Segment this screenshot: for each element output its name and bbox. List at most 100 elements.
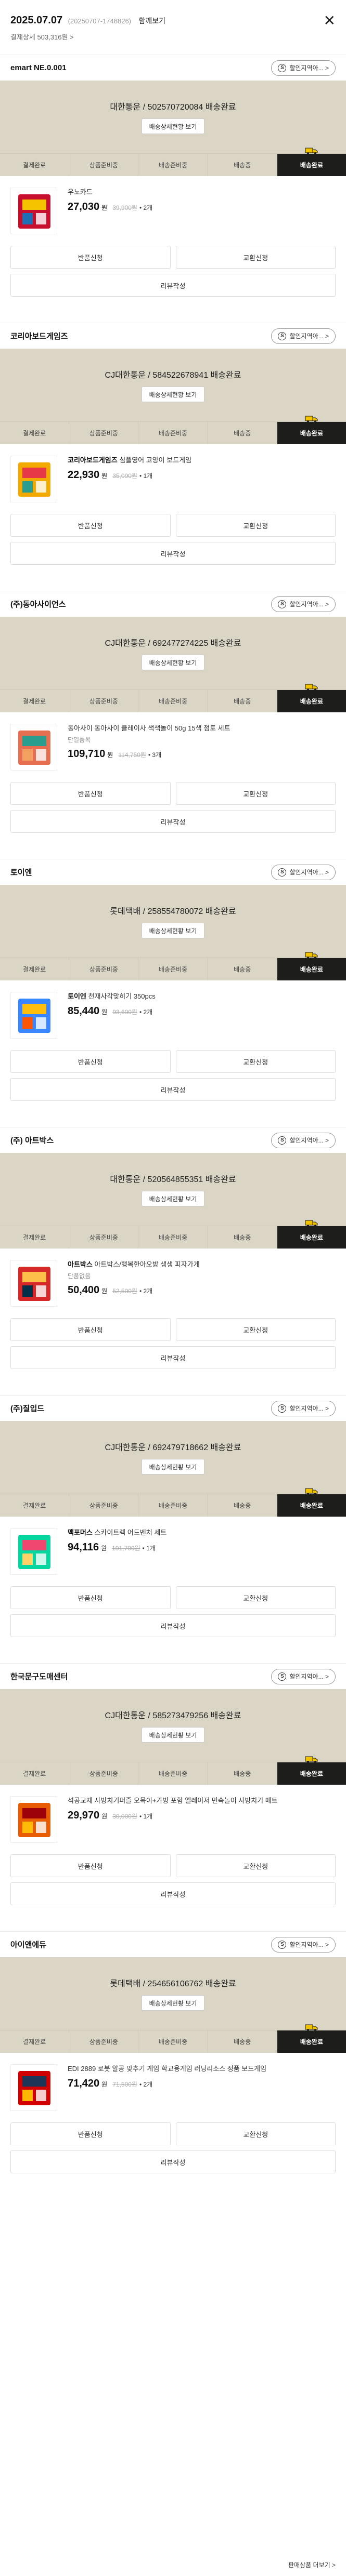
coupon-button[interactable]: S 할인지역아... > <box>271 328 336 344</box>
return-button[interactable]: 반품신청 <box>10 1586 171 1609</box>
store-icon: S <box>278 1940 287 1949</box>
write-review-button[interactable]: 리뷰작성 <box>10 274 336 297</box>
product-name[interactable]: 코리아보드게임즈 심플영어 고양이 보드게임 <box>68 456 336 465</box>
exchange-button[interactable]: 교환신청 <box>175 514 336 537</box>
step-label: 결제완료 <box>23 1234 46 1241</box>
original-price: 101,700원 <box>112 1545 140 1552</box>
shipping-step: 결제완료 <box>0 1226 69 1249</box>
product-title: 동아사이 동아사이 클레이사 색색놀이 50g 15색 점토 세트 <box>68 724 230 732</box>
product-price: 94,116 <box>68 1542 99 1553</box>
coupon-button[interactable]: S 할인지역아... > <box>271 60 336 76</box>
write-review-button[interactable]: 리뷰작성 <box>10 542 336 565</box>
product-name[interactable]: 석공교재 사방치기퍼즐 오목이+가방 포함 엘레이저 민속놀이 사방치기 매트 <box>68 1796 336 1805</box>
product-row[interactable]: 코리아보드게임즈 심플영어 고양이 보드게임 22,930 원 35,090원 … <box>0 444 346 508</box>
coupon-button[interactable]: S 할인지역아... > <box>271 596 336 612</box>
exchange-button[interactable]: 교환신청 <box>175 782 336 805</box>
step-label: 배송완료 <box>300 1502 323 1509</box>
more-products-link[interactable]: 판매상품 더보기 > <box>288 2560 336 2569</box>
product-thumbnail[interactable] <box>10 456 57 502</box>
seller-row: 아이앤에듀 S 할인지역아... > <box>0 1931 346 1957</box>
shipping-detail-button[interactable]: 배송상세현황 보기 <box>141 1995 205 2011</box>
product-row[interactable]: EDI 2889 로봇 알공 맞추기 게임 학교용게임 러닝리소스 정품 보드게… <box>0 2053 346 2116</box>
return-button[interactable]: 반품신청 <box>10 1854 171 1877</box>
original-price: 30,000원 <box>112 1813 137 1820</box>
payment-detail-link[interactable]: 결제상세 503,316원 > <box>10 32 336 42</box>
review-row: 리뷰작성 <box>0 269 346 307</box>
product-title: EDI 2889 로봇 알공 맞추기 게임 학교용게임 러닝리소스 정품 보드게… <box>68 2065 267 2073</box>
shipping-status: 대한통운 / 502570720084 배송완료 <box>110 103 236 112</box>
action-buttons: 반품신청 교환신청 <box>0 2116 346 2145</box>
exchange-button[interactable]: 교환신청 <box>175 1586 336 1609</box>
product-thumbnail[interactable] <box>10 1260 57 1307</box>
store-icon: S <box>278 1672 287 1681</box>
order-group: (주)질입드 S 할인지역아... > CJ대한통운 / 69247971866… <box>0 1395 346 1663</box>
return-button[interactable]: 반품신청 <box>10 514 171 537</box>
shipping-step: 배송중 <box>207 2030 277 2053</box>
coupon-label: 할인지역아... > <box>289 1405 329 1412</box>
shipping-detail-button[interactable]: 배송상세현황 보기 <box>141 1727 205 1743</box>
product-price: 50,400 <box>68 1284 100 1296</box>
shipping-detail-button[interactable]: 배송상세현황 보기 <box>141 118 205 134</box>
shipping-detail-button[interactable]: 배송상세현황 보기 <box>141 1459 205 1475</box>
product-name[interactable]: 동아사이 동아사이 클레이사 색색놀이 50g 15색 점토 세트 <box>68 724 336 733</box>
product-thumbnail[interactable] <box>10 1796 57 1843</box>
product-row[interactable]: 토이엔 천재사각맞히기 350pcs 85,440 원 93,600원 • 2개 <box>0 980 346 1044</box>
section-divider <box>0 843 346 859</box>
original-price: 39,900원 <box>112 204 137 211</box>
product-row[interactable]: 아트박스 아트박스/행복한아오방 생생 피자가게 단품없음 50,400 원 5… <box>0 1249 346 1312</box>
currency-unit: 원 <box>101 1287 108 1295</box>
shipping-detail-button[interactable]: 배송상세현황 보기 <box>141 1191 205 1206</box>
view-together-link[interactable]: 함께보기 <box>138 17 165 25</box>
product-name[interactable]: 아트박스 아트박스/행복한아오방 생생 피자가게 <box>68 1260 336 1269</box>
product-row[interactable]: 동아사이 동아사이 클레이사 색색놀이 50g 15색 점토 세트 단일품목 1… <box>0 712 346 776</box>
write-review-button[interactable]: 리뷰작성 <box>10 1346 336 1369</box>
price-row: 94,116 원 101,700원 • 1개 <box>68 1542 336 1553</box>
coupon-button[interactable]: S 할인지역아... > <box>271 1936 336 1953</box>
truck-icon <box>305 148 318 154</box>
product-row[interactable]: 맥포머스 스카이트렉 어드벤처 세트 94,116 원 101,700원 • 1… <box>0 1517 346 1580</box>
exchange-button[interactable]: 교환신청 <box>175 1854 336 1877</box>
shipping-detail-button[interactable]: 배송상세현황 보기 <box>141 655 205 670</box>
product-thumbnail[interactable] <box>10 1528 57 1575</box>
shipping-status: 롯데택배 / 258554780072 배송완료 <box>110 907 236 916</box>
shipping-step: 배송준비중 <box>138 422 207 444</box>
coupon-button[interactable]: S 할인지역아... > <box>271 864 336 880</box>
product-name[interactable]: 맥포머스 스카이트렉 어드벤처 세트 <box>68 1528 336 1537</box>
step-label: 배송완료 <box>300 698 323 705</box>
product-thumbnail[interactable] <box>10 188 57 234</box>
return-button[interactable]: 반품신청 <box>10 1050 171 1073</box>
product-name[interactable]: EDI 2889 로봇 알공 맞추기 게임 학교용게임 러닝리소스 정품 보드게… <box>68 2064 336 2074</box>
shipping-status-box: CJ대한통운 / 692477274225 배송완료 배송상세현황 보기 <box>0 617 346 689</box>
product-thumbnail[interactable] <box>10 2064 57 2111</box>
exchange-button[interactable]: 교환신청 <box>175 1050 336 1073</box>
write-review-button[interactable]: 리뷰작성 <box>10 1614 336 1637</box>
store-icon: S <box>278 868 287 877</box>
product-thumbnail[interactable] <box>10 992 57 1039</box>
product-image-icon <box>18 462 50 497</box>
step-label: 상품준비중 <box>89 966 118 973</box>
step-label: 배송중 <box>234 1502 251 1509</box>
product-thumbnail[interactable] <box>10 724 57 771</box>
close-icon[interactable]: ✕ <box>324 14 336 28</box>
write-review-button[interactable]: 리뷰작성 <box>10 810 336 833</box>
write-review-button[interactable]: 리뷰작성 <box>10 1882 336 1905</box>
product-name[interactable]: 토이엔 천재사각맞히기 350pcs <box>68 992 336 1001</box>
shipping-detail-button[interactable]: 배송상세현황 보기 <box>141 387 205 402</box>
write-review-button[interactable]: 리뷰작성 <box>10 2150 336 2173</box>
product-row[interactable]: 우노카드 27,030 원 39,900원 • 2개 <box>0 176 346 240</box>
coupon-button[interactable]: S 할인지역아... > <box>271 1132 336 1148</box>
coupon-button[interactable]: S 할인지역아... > <box>271 1668 336 1684</box>
product-row[interactable]: 석공교재 사방치기퍼즐 오목이+가방 포함 엘레이저 민속놀이 사방치기 매트 … <box>0 1785 346 1848</box>
return-button[interactable]: 반품신청 <box>10 2122 171 2145</box>
return-button[interactable]: 반품신청 <box>10 782 171 805</box>
action-buttons: 반품신청 교환신청 <box>0 1848 346 1877</box>
exchange-button[interactable]: 교환신청 <box>175 246 336 269</box>
write-review-button[interactable]: 리뷰작성 <box>10 1078 336 1101</box>
product-name[interactable]: 우노카드 <box>68 188 336 197</box>
coupon-button[interactable]: S 할인지역아... > <box>271 1400 336 1416</box>
shipping-detail-button[interactable]: 배송상세현황 보기 <box>141 923 205 938</box>
exchange-button[interactable]: 교환신청 <box>175 1318 336 1341</box>
exchange-button[interactable]: 교환신청 <box>175 2122 336 2145</box>
return-button[interactable]: 반품신청 <box>10 1318 171 1341</box>
return-button[interactable]: 반품신청 <box>10 246 171 269</box>
